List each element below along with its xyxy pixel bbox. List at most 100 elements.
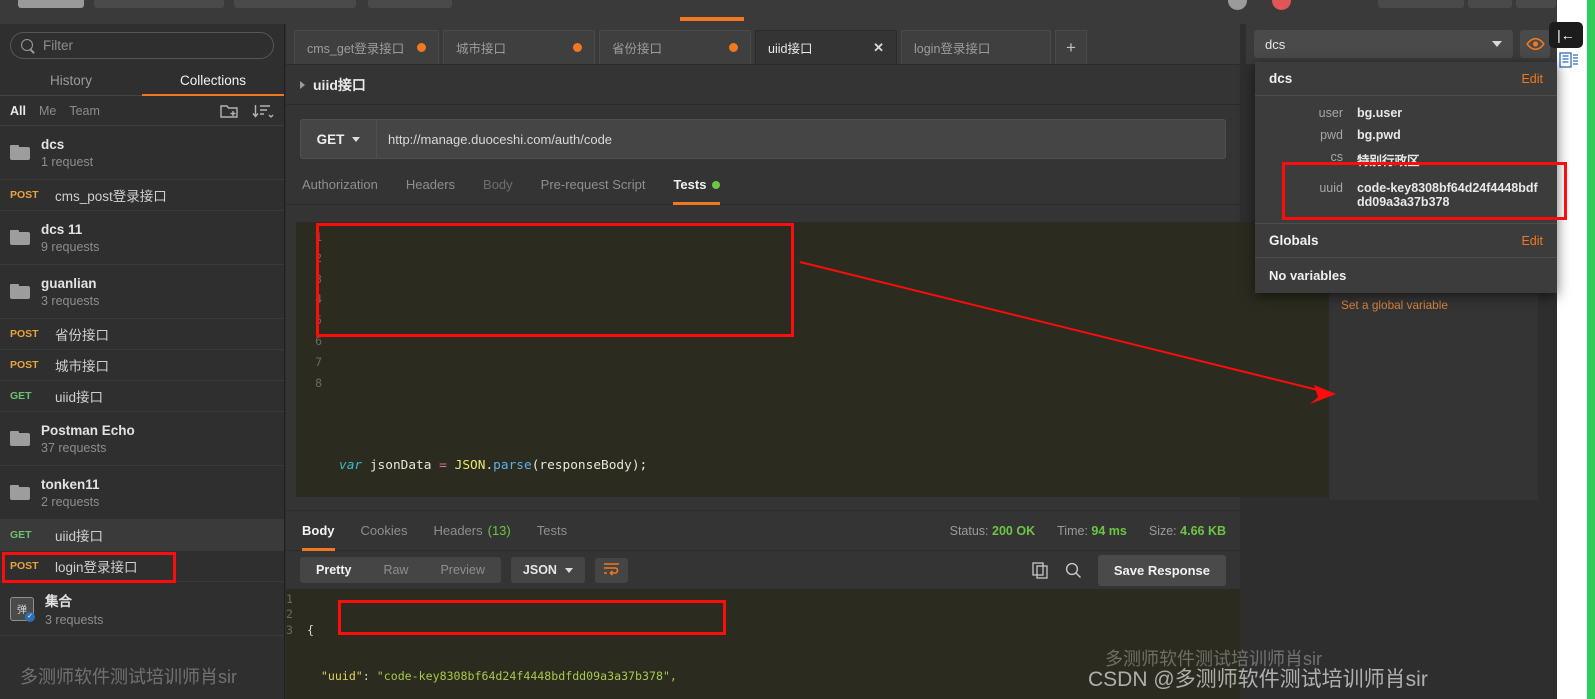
tab-authorization[interactable]: Authorization <box>302 165 378 205</box>
tab-tests[interactable]: Tests <box>673 165 721 205</box>
env-var-row: user bg.user <box>1255 102 1557 124</box>
close-icon[interactable]: ✕ <box>873 40 884 56</box>
collection-folder-dcs[interactable]: dcs 1 request <box>0 126 284 180</box>
response-body-viewer[interactable]: 1 2 3 { "uuid": "code-key8308bf64d24f444… <box>286 589 1240 699</box>
tab-label: cms_get登录接口 <box>307 42 405 56</box>
response-tab-tests[interactable]: Tests <box>537 511 567 551</box>
format-select[interactable]: JSON <box>510 557 585 583</box>
method-badge: GET <box>10 390 32 402</box>
list-item[interactable]: POST 城市接口 <box>0 350 284 381</box>
save-response-button[interactable]: Save Response <box>1097 554 1226 586</box>
status-label: Status: <box>949 524 989 538</box>
tab-body[interactable]: Body <box>483 165 513 205</box>
eye-icon <box>1525 37 1545 51</box>
method-select[interactable]: GET <box>300 119 376 159</box>
chrome-button-1[interactable] <box>18 0 84 8</box>
edit-globals-link[interactable]: Edit <box>1521 234 1543 248</box>
request-tab-province[interactable]: 省份接口 <box>599 30 751 64</box>
check-icon: ✓ <box>25 611 35 622</box>
search-box[interactable] <box>10 32 274 59</box>
chrome-button-5[interactable] <box>1378 0 1464 8</box>
collection-folder-postman-echo[interactable]: Postman Echo 37 requests <box>0 412 284 466</box>
environment-quick-look-button[interactable] <box>1520 30 1550 58</box>
snippet-item[interactable]: Set a global variable <box>1329 292 1538 318</box>
tab-history[interactable]: History <box>0 65 142 95</box>
env-var-key: cs <box>1330 150 1344 164</box>
tab-headers[interactable]: Headers <box>406 165 455 205</box>
right-rail <box>1557 0 1587 699</box>
collection-folder-tonken11[interactable]: tonken11 2 requests <box>0 466 284 520</box>
chrome-circle-red[interactable] <box>1272 0 1291 10</box>
body-line-1: { <box>307 623 1240 638</box>
request-tab-uiid[interactable]: uiid接口 ✕ <box>755 30 897 64</box>
search-input[interactable] <box>43 38 263 53</box>
tab-tests-label: Tests <box>673 177 707 192</box>
request-name: uiid接口 <box>55 529 104 544</box>
document-icon[interactable] <box>1559 52 1579 72</box>
env-var-row: pwd bg.pwd <box>1255 124 1557 146</box>
response-tab-body[interactable]: Body <box>302 511 335 551</box>
view-mode-group: Pretty Raw Preview <box>300 557 501 583</box>
line-number: 1 <box>286 592 293 606</box>
folder-icon <box>10 485 30 500</box>
chrome-button-7[interactable] <box>1516 0 1556 8</box>
tab-pre-request-script[interactable]: Pre-request Script <box>541 165 646 205</box>
response-stats: Status: 200 OK Time: 94 ms Size: 4.66 KB <box>950 511 1226 551</box>
line-number: 2 <box>315 250 322 265</box>
line-number: 1 <box>315 230 322 244</box>
line-number: 3 <box>286 622 293 637</box>
collection-count: 3 requests <box>41 293 100 308</box>
request-name: cms_post登录接口 <box>55 189 167 204</box>
line-number: 3 <box>315 271 322 286</box>
view-mode-preview[interactable]: Preview <box>424 557 500 583</box>
copy-icon[interactable] <box>1032 561 1049 579</box>
collapse-panel-button[interactable]: |← <box>1549 22 1583 48</box>
request-tab-city[interactable]: 城市接口 <box>443 30 595 64</box>
list-item[interactable]: POST login登录接口 <box>0 551 284 582</box>
view-mode-raw[interactable]: Raw <box>367 557 424 583</box>
new-folder-icon[interactable] <box>219 103 239 119</box>
collection-folder-guanlian[interactable]: guanlian 3 requests <box>0 265 284 319</box>
edit-environment-link[interactable]: Edit <box>1521 72 1543 86</box>
tests-code-editor[interactable]: 1 2 3 4 5 6 7 8 var jsonData = JSON.pars… <box>296 222 1332 497</box>
scope-filter-all[interactable]: All <box>10 104 26 118</box>
list-item[interactable]: POST 省份接口 <box>0 319 284 350</box>
globals-label: Globals <box>1269 233 1319 248</box>
list-item[interactable]: POST cms_post登录接口 <box>0 180 284 211</box>
list-item-uiid-selected[interactable]: GET uiid接口 <box>0 520 284 551</box>
list-item[interactable]: GET uiid接口 <box>0 381 284 412</box>
response-tab-cookies[interactable]: Cookies <box>361 511 408 551</box>
wrap-lines-icon[interactable] <box>594 557 628 583</box>
collection-folder-dcs-11[interactable]: dcs 11 9 requests <box>0 211 284 265</box>
env-var-value: code-key8308bf64d24f4448bdfdd09a3a37b378 <box>1357 181 1538 209</box>
environment-select[interactable]: dcs <box>1254 30 1513 58</box>
env-var-value: 特别行政区 <box>1357 154 1420 168</box>
response-tab-headers[interactable]: Headers (13) <box>433 511 510 551</box>
url-text: http://manage.duoceshi.com/auth/code <box>388 131 613 147</box>
search-icon <box>21 38 35 53</box>
chrome-circle-gray[interactable] <box>1228 0 1247 10</box>
chrome-button-2[interactable] <box>94 0 224 8</box>
request-tab-login[interactable]: login登录接口 <box>901 30 1051 64</box>
view-mode-pretty[interactable]: Pretty <box>300 557 367 583</box>
globals-header: Globals Edit <box>1255 224 1557 258</box>
sort-icon[interactable] <box>252 103 274 119</box>
new-tab-button[interactable]: + <box>1055 30 1087 64</box>
collection-badge-icon: 弹 ✓ <box>10 596 35 622</box>
filter-wrap <box>0 24 284 65</box>
scope-filter-team[interactable]: Team <box>69 104 100 118</box>
chrome-button-6[interactable] <box>1468 0 1512 8</box>
tab-collections[interactable]: Collections <box>142 65 284 96</box>
request-tab-cms-get[interactable]: cms_get登录接口 <box>294 30 439 64</box>
chevron-right-icon[interactable] <box>300 80 305 89</box>
search-icon[interactable] <box>1065 562 1082 579</box>
collection-folder-jihe[interactable]: 弹 ✓ 集合 3 requests <box>0 582 284 636</box>
tab-label: uiid接口 <box>768 42 813 56</box>
url-input[interactable]: http://manage.duoceshi.com/auth/code <box>376 119 1226 159</box>
chrome-button-4[interactable] <box>368 0 452 8</box>
request-name: login登录接口 <box>55 560 138 575</box>
chrome-button-3[interactable] <box>234 0 356 8</box>
editor-code[interactable]: var jsonData = JSON.parse(responseBody);… <box>329 223 1331 496</box>
scope-filter-me[interactable]: Me <box>39 104 56 118</box>
